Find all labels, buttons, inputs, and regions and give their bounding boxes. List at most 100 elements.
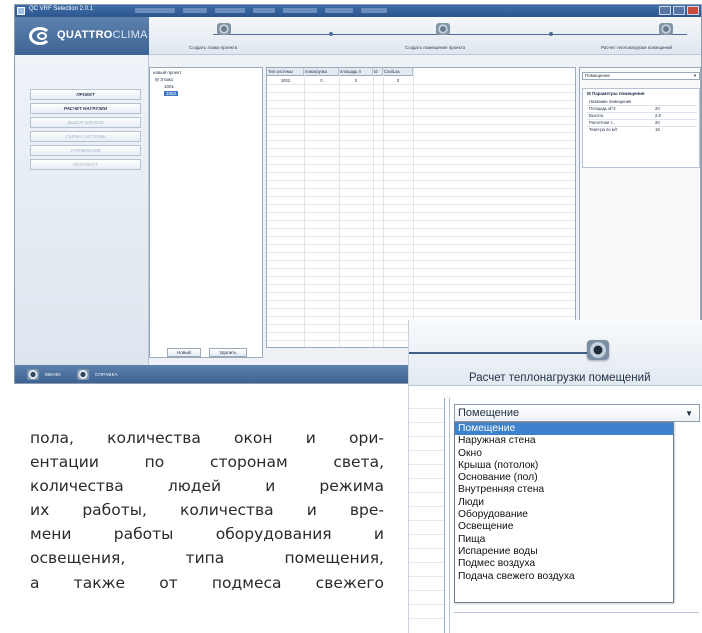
- property-value[interactable]: 20: [655, 120, 660, 125]
- property-grid: ⊟ Параметры помещения Название помещения…: [582, 88, 700, 168]
- sidebar-item-control[interactable]: УПРАВЛЕНИЕ: [30, 145, 141, 156]
- dropdown-option[interactable]: Наружная стена: [455, 435, 673, 447]
- dropdown-option[interactable]: Подмес воздуха: [455, 558, 673, 570]
- dropdown-option[interactable]: Освещение: [455, 521, 673, 533]
- dropdown-option[interactable]: Подача свежего воздуха: [455, 571, 673, 583]
- tree-floor[interactable]: ⊟ Этаж1: [155, 77, 173, 83]
- title-bar-menu-item[interactable]: [325, 8, 353, 13]
- grid-row-line: [409, 548, 444, 549]
- grid-cell[interactable]: 0: [304, 77, 339, 84]
- chevron-down-icon: ▼: [693, 73, 697, 78]
- property-value[interactable]: 2,8: [655, 113, 661, 118]
- dropdown-option[interactable]: Пища: [455, 534, 673, 546]
- tree-room-selected[interactable]: 1002: [164, 91, 179, 96]
- grid-row-line: [267, 252, 575, 253]
- grid-col-header[interactable]: CoolLoa: [383, 68, 413, 76]
- tree-room[interactable]: 1001: [164, 84, 174, 89]
- dropdown-option[interactable]: Оборудование: [455, 509, 673, 521]
- property-name: Темп-ра по м/т: [589, 127, 618, 132]
- dropdown-option[interactable]: Основание (пол): [455, 472, 673, 484]
- dropdown-option[interactable]: Окно: [455, 448, 673, 460]
- grid-col-header[interactable]: Тип системы: [267, 68, 304, 76]
- sidebar-item-result[interactable]: РЕЗУЛЬТАТ: [30, 159, 141, 170]
- grid-cell[interactable]: 0: [383, 77, 413, 84]
- element-type-select[interactable]: Помещение ▼: [582, 72, 700, 80]
- grid-row-line: [409, 492, 444, 493]
- zoom-wizard-header: Расчет теплонагрузки помещений: [409, 320, 702, 386]
- property-name: Название помещения: [589, 99, 632, 104]
- menu-icon[interactable]: [27, 369, 39, 380]
- grid-cell[interactable]: 1002: [267, 77, 304, 84]
- grid-row-line: [409, 618, 444, 619]
- brand-logo: QUATTROCLIMA: [15, 17, 149, 55]
- help-label[interactable]: СПРАВКА: [95, 372, 118, 377]
- grid-row-line: [267, 148, 575, 149]
- grid-col-header[interactable]: площадь п: [339, 68, 373, 76]
- menu-label[interactable]: МЕНЮ: [45, 372, 61, 377]
- article-line: их работы, количества и вре-: [30, 501, 384, 520]
- grid-row-line: [267, 132, 575, 133]
- new-button[interactable]: Новый: [167, 348, 201, 357]
- article-line: мени работы оборудования и: [30, 525, 384, 544]
- property-name: Площадь м^2: [589, 106, 616, 111]
- minimize-button[interactable]: [659, 6, 671, 15]
- grid-row-line: [267, 308, 575, 309]
- sidebar-item-project[interactable]: ПРОЕКТ: [30, 89, 141, 100]
- title-bar-menu-item[interactable]: [361, 8, 387, 13]
- title-bar-menu-item[interactable]: [183, 8, 207, 13]
- maximize-button[interactable]: [673, 6, 685, 15]
- brand-thin: CLIMA: [112, 29, 148, 41]
- delete-button[interactable]: Удалить: [209, 348, 247, 357]
- title-bar-menu-item[interactable]: [253, 8, 275, 13]
- dropdown-option[interactable]: Помещение: [455, 423, 673, 436]
- grid-row-line: [409, 562, 444, 563]
- dropdown-option[interactable]: Внутренняя стена: [455, 484, 673, 496]
- grid-row-line: [267, 268, 575, 269]
- step-icon[interactable]: [436, 23, 450, 35]
- project-tree: новый проект ⊟ Этаж1 1001 1002: [149, 67, 263, 358]
- property-value[interactable]: 18: [655, 127, 660, 132]
- grid-col-line: [304, 68, 305, 347]
- property-name: Высота: [589, 113, 604, 118]
- grid-row-line: [267, 108, 575, 109]
- grid-col-header[interactable]: Id: [373, 68, 383, 76]
- brand-name: QUATTROCLIMA: [57, 29, 148, 41]
- grid-row-line: [267, 172, 575, 173]
- step-label: Создать помещения проекта: [405, 45, 466, 50]
- help-icon[interactable]: [77, 369, 89, 380]
- grid-row-line: [409, 520, 444, 521]
- grid-cell[interactable]: [373, 77, 383, 84]
- wizard-line: [213, 34, 687, 35]
- step-dot: [549, 32, 553, 36]
- grid-col-line: [383, 68, 384, 347]
- dropdown-option[interactable]: Испарение воды: [455, 546, 673, 558]
- sidebar-item-scheme[interactable]: СХЕМА СИСТЕМЫ: [30, 131, 141, 142]
- grid-row-line: [267, 236, 575, 237]
- property-group-header[interactable]: ⊟ Параметры помещения: [587, 91, 645, 97]
- logo-icon-inner: [37, 32, 47, 40]
- properties-panel: Помещение ▼ ⊟ Параметры помещения Назван…: [579, 67, 701, 348]
- grid-cell[interactable]: 0: [339, 77, 373, 84]
- sidebar-item-load-calc[interactable]: РАСЧЕТ НАГРУЗКИ: [30, 103, 141, 114]
- grid-row-line: [267, 140, 575, 141]
- grid-row-line: [409, 604, 444, 605]
- step-icon[interactable]: [659, 23, 673, 35]
- dropdown-option[interactable]: Крыша (потолок): [455, 460, 673, 472]
- close-button[interactable]: [687, 6, 699, 15]
- grid-row-line: [267, 228, 575, 229]
- tree-root[interactable]: новый проект: [153, 70, 181, 75]
- dropdown-option[interactable]: Люди: [455, 497, 673, 509]
- grid-row-line: [267, 212, 575, 213]
- property-value[interactable]: 20: [655, 106, 660, 111]
- title-bar-menu-item[interactable]: [135, 8, 175, 13]
- step-icon[interactable]: [587, 340, 609, 360]
- wizard-steps: Создать этажи проекта Создать помещения …: [149, 17, 701, 55]
- step-icon[interactable]: [217, 23, 231, 35]
- sidebar-item-units[interactable]: ВЫБОР БЛОКОВ: [30, 117, 141, 128]
- grid-row-line: [409, 576, 444, 577]
- grid-col-header[interactable]: помагрузка: [304, 68, 339, 76]
- title-bar-menu-item[interactable]: [215, 8, 245, 13]
- element-type-select[interactable]: Помещение ▼: [454, 404, 700, 422]
- title-bar-menu-item[interactable]: [283, 8, 317, 13]
- zoom-grid-fragment: [409, 398, 445, 633]
